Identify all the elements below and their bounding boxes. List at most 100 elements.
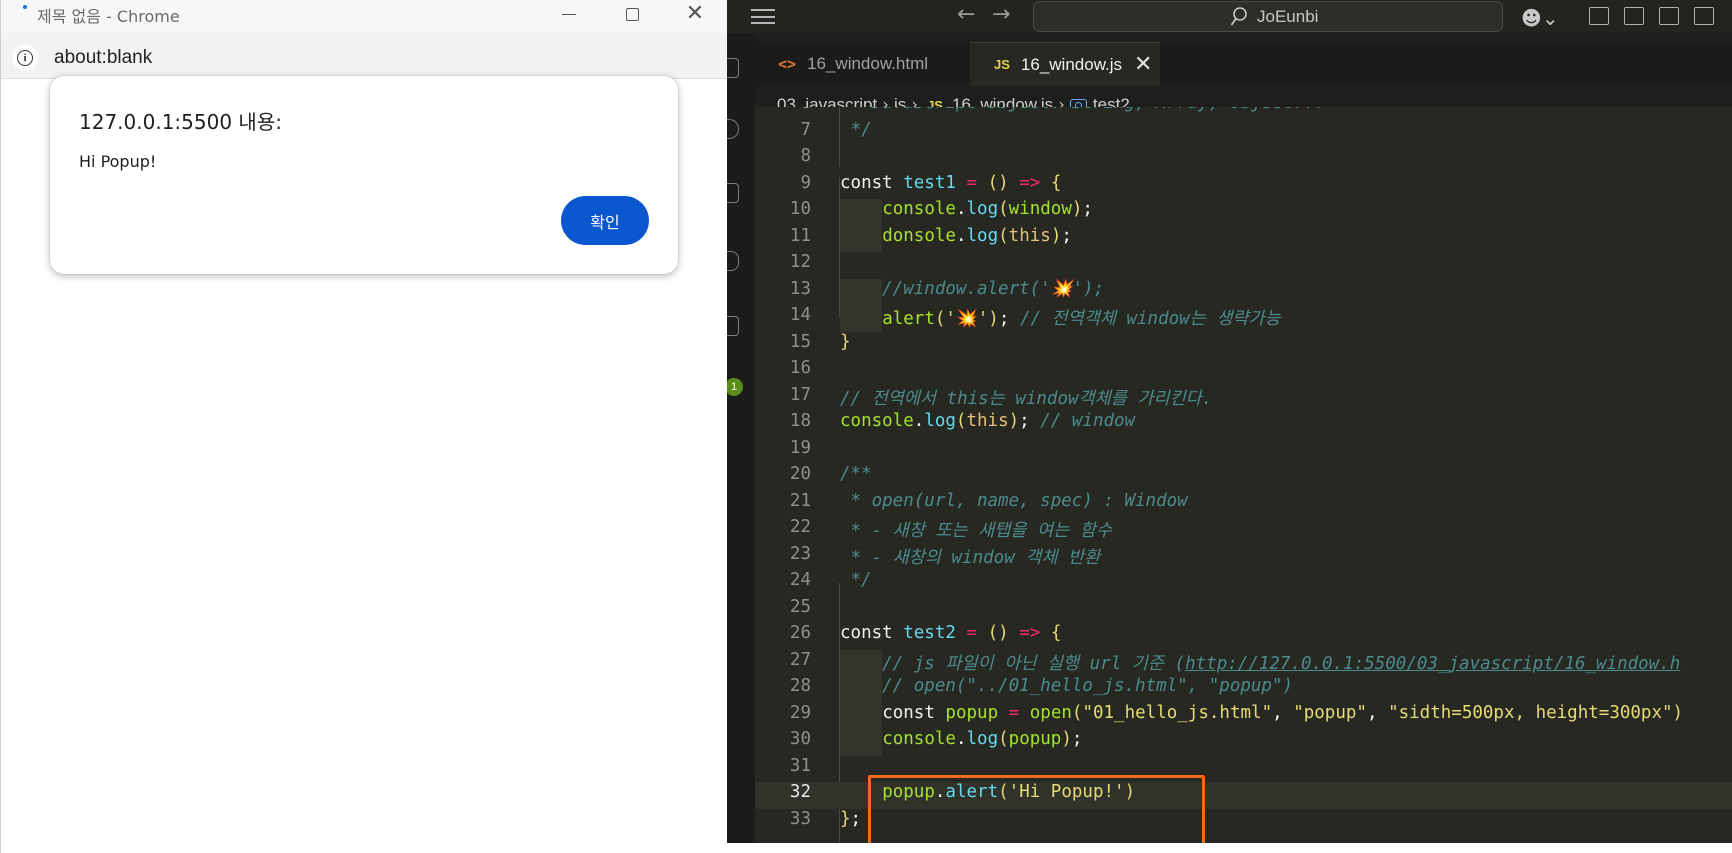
toggle-panel-icon[interactable] bbox=[1659, 7, 1679, 25]
line-number: 8 bbox=[800, 146, 811, 166]
code-text: * open(url, name, spec) : Window bbox=[840, 490, 1188, 511]
code-line[interactable]: 18 console.log(this); // window bbox=[755, 411, 1732, 438]
code-line[interactable]: 29 const popup = open("01_hello_js.html"… bbox=[755, 703, 1732, 730]
code-text: // open("../01_hello_js.html", "popup") bbox=[840, 676, 1294, 696]
line-number: 26 bbox=[789, 623, 811, 643]
code-line[interactable]: 30 console.log(popup); bbox=[755, 729, 1732, 756]
editor-tabs: <> 16_window.html JS 16_window.js ✕ bbox=[755, 42, 1732, 86]
copilot-icon[interactable]: ☻⌄ bbox=[1521, 6, 1559, 30]
line-number: 29 bbox=[789, 702, 811, 723]
run-debug-icon[interactable] bbox=[727, 251, 739, 271]
code-text: * JavaScript Object: String, Array, Obje… bbox=[840, 107, 1325, 113]
code-text: */ bbox=[840, 570, 872, 590]
line-number: 33 bbox=[789, 808, 811, 829]
line-number: 19 bbox=[789, 437, 811, 458]
toggle-secondary-sidebar-icon[interactable] bbox=[1694, 7, 1714, 25]
code-text: } bbox=[840, 331, 851, 352]
extensions-badge: 1 bbox=[727, 378, 743, 396]
code-line[interactable]: 19 bbox=[755, 438, 1732, 465]
forward-arrow-icon[interactable]: → bbox=[992, 2, 1010, 27]
tab-16-window-js[interactable]: JS 16_window.js ✕ bbox=[970, 42, 1160, 86]
code-text: }; bbox=[840, 808, 862, 829]
line-number: 27 bbox=[789, 649, 811, 670]
chrome-popup-window: 제목 없음 - Chrome ✕ i about:blank 127.0.0.1… bbox=[0, 0, 728, 853]
toggle-primary-sidebar-icon[interactable] bbox=[1624, 7, 1644, 25]
code-text: console.log(this); // window bbox=[840, 411, 1136, 431]
code-line[interactable]: 17 // 전역에서 this는 window객체를 가리킨다. bbox=[755, 385, 1732, 412]
code-text: const popup = open("01_hello_js.html", "… bbox=[882, 702, 1684, 723]
alert-message: Hi Popup! bbox=[79, 152, 157, 171]
vscode-titlebar: ← → JoEunbi ☻⌄ bbox=[727, 0, 1732, 33]
menu-icon[interactable] bbox=[751, 9, 775, 24]
line-number: 20 bbox=[789, 464, 811, 484]
tab-16-window-html[interactable]: <> 16_window.html bbox=[755, 42, 970, 86]
code-line[interactable]: 28 // open("../01_hello_js.html", "popup… bbox=[755, 676, 1732, 703]
chrome-titlebar[interactable]: 제목 없음 - Chrome ✕ bbox=[1, 0, 728, 33]
code-text: // js 파일이 아닌 실행 url 기준 (http://127.0.0.1… bbox=[840, 653, 1681, 674]
window-title: 제목 없음 - Chrome bbox=[37, 7, 180, 26]
command-center-search[interactable]: JoEunbi bbox=[1033, 1, 1503, 32]
code-line[interactable]: 14 alert('💥'); // 전역객체 window는 생략가능 bbox=[755, 305, 1732, 332]
code-text: * - 새창의 window 객체 반환 bbox=[840, 547, 1101, 568]
code-line[interactable]: 15} bbox=[755, 332, 1732, 359]
source-control-icon[interactable] bbox=[727, 183, 739, 203]
minimize-button[interactable] bbox=[538, 0, 600, 28]
code-line[interactable]: 12 bbox=[755, 252, 1732, 279]
code-line[interactable]: 23 * - 새창의 window 객체 반환 bbox=[755, 544, 1732, 571]
code-text: alert('💥'); // 전역객체 window는 생략가능 bbox=[882, 309, 1281, 329]
code-text: console.log(popup); bbox=[882, 729, 1083, 749]
code-line[interactable]: 8 bbox=[755, 146, 1732, 173]
code-text: donsole.log(this); bbox=[882, 225, 1072, 246]
code-line[interactable]: 9 const test1 = () => { bbox=[755, 173, 1732, 200]
code-text: console.log(window); bbox=[882, 199, 1093, 219]
line-number: 14 bbox=[789, 305, 811, 325]
vscode-window: ← → JoEunbi ☻⌄ 1 <> 16_window.html JS 16… bbox=[727, 0, 1732, 843]
search-text: JoEunbi bbox=[1257, 7, 1319, 26]
search-view-icon[interactable] bbox=[727, 119, 739, 139]
line-number: 28 bbox=[789, 676, 811, 696]
js-file-icon: JS bbox=[994, 57, 1010, 72]
line-number: 25 bbox=[789, 596, 811, 617]
highlight-box bbox=[868, 775, 1205, 843]
code-line[interactable]: 7 */ bbox=[755, 120, 1732, 147]
code-line[interactable]: 13 //window.alert('💥'); bbox=[755, 279, 1732, 306]
code-line[interactable]: 22 * - 새창 또는 새탭을 여는 함수 bbox=[755, 517, 1732, 544]
site-info-button[interactable]: i bbox=[12, 45, 38, 71]
line-number: 12 bbox=[789, 252, 811, 272]
code-text: const test1 = () => { bbox=[840, 172, 1062, 193]
loading-dot-icon bbox=[23, 5, 27, 9]
extensions-icon[interactable] bbox=[727, 316, 739, 336]
code-line[interactable]: 24 */ bbox=[755, 570, 1732, 597]
line-number: 21 bbox=[789, 490, 811, 511]
line-number: 22 bbox=[789, 517, 811, 537]
url-field[interactable]: about:blank bbox=[54, 45, 152, 71]
code-line[interactable]: 27 // js 파일이 아닌 실행 url 기준 (http://127.0.… bbox=[755, 650, 1732, 677]
back-arrow-icon[interactable]: ← bbox=[957, 2, 975, 27]
code-text: /** bbox=[840, 464, 872, 484]
alert-ok-button[interactable]: 확인 bbox=[561, 196, 649, 245]
line-number: 16 bbox=[789, 358, 811, 378]
line-number: 23 bbox=[789, 543, 811, 564]
close-icon: ✕ bbox=[685, 1, 705, 26]
close-tab-icon[interactable]: ✕ bbox=[1134, 53, 1152, 76]
code-line[interactable]: 10 console.log(window); bbox=[755, 199, 1732, 226]
code-text: // 전역에서 this는 window객체를 가리킨다. bbox=[840, 388, 1213, 409]
code-line[interactable]: 16 bbox=[755, 358, 1732, 385]
close-window-button[interactable]: ✕ bbox=[664, 0, 726, 28]
code-line[interactable]: 11 donsole.log(this); bbox=[755, 226, 1732, 253]
maximize-icon bbox=[625, 7, 639, 21]
line-number: 18 bbox=[789, 411, 811, 431]
line-number: 24 bbox=[789, 570, 811, 590]
code-line[interactable]: 26 const test2 = () => { bbox=[755, 623, 1732, 650]
info-icon: i bbox=[17, 50, 33, 66]
code-line[interactable]: 21 * open(url, name, spec) : Window bbox=[755, 491, 1732, 518]
explorer-icon[interactable] bbox=[727, 58, 739, 78]
code-line[interactable]: 25 bbox=[755, 597, 1732, 624]
code-line[interactable]: 20 /** bbox=[755, 464, 1732, 491]
search-icon bbox=[1230, 7, 1247, 26]
code-editor[interactable]: 6 * JavaScript Object: String, Array, Ob… bbox=[755, 107, 1732, 843]
line-number: 31 bbox=[789, 755, 811, 776]
customize-layout-icon[interactable] bbox=[1589, 7, 1609, 25]
code-line[interactable]: 6 * JavaScript Object: String, Array, Ob… bbox=[755, 107, 1732, 120]
maximize-button[interactable] bbox=[601, 0, 663, 28]
